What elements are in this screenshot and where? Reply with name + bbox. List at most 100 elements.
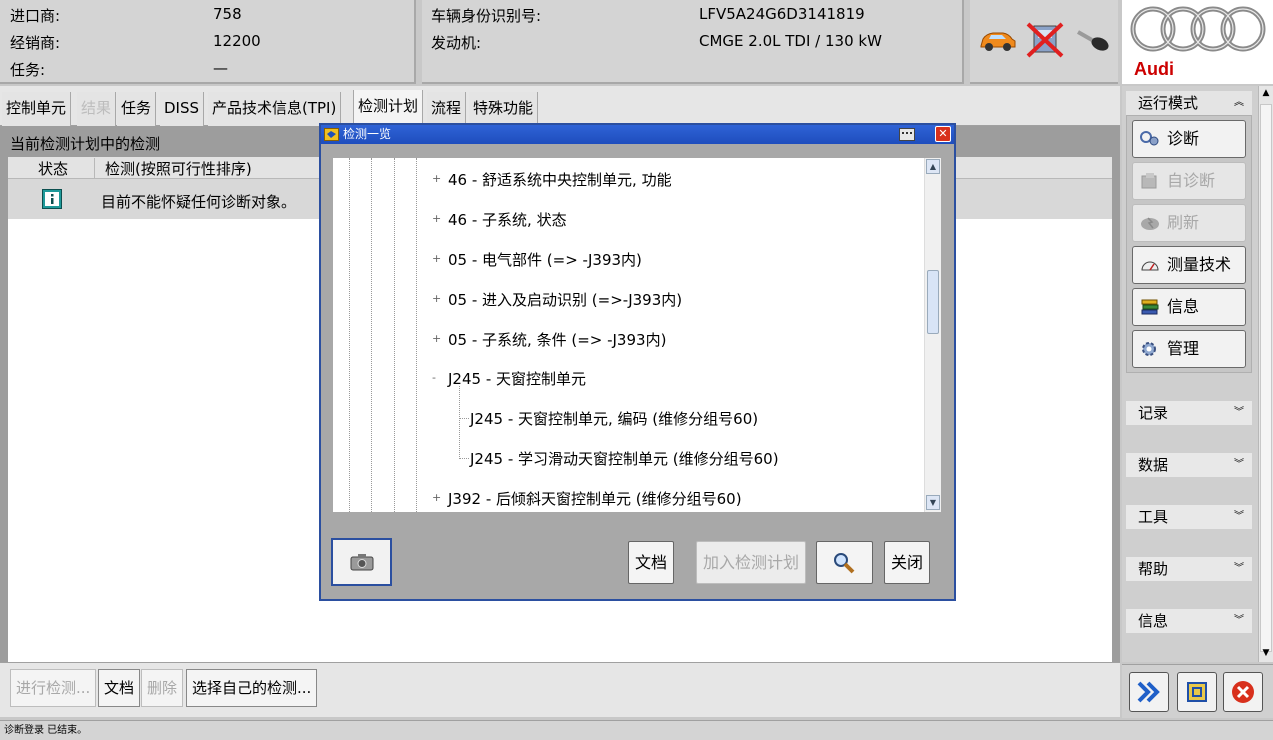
tree-node[interactable]: 46 - 子系统, 状态	[448, 209, 567, 230]
search-icon	[834, 553, 855, 574]
measurement-button[interactable]: 测量技术	[1132, 246, 1246, 284]
section-help-label: 帮助	[1138, 560, 1169, 578]
capture-frame-icon	[1187, 682, 1207, 702]
dialog-close-icon[interactable]: ✕	[935, 126, 951, 142]
expand-chevron-icon: ︾	[1234, 459, 1244, 470]
importer-value: 758	[213, 5, 242, 23]
tree-expand-icon[interactable]: +	[432, 172, 441, 185]
section-tools-label: 工具	[1138, 508, 1169, 526]
importer-label: 进口商:	[10, 7, 61, 25]
select-own-test-button[interactable]: 选择自己的检测...	[186, 669, 318, 707]
tree-leaf[interactable]: J245 - 学习滑动天窗控制单元 (维修分组号60)	[470, 448, 779, 469]
tab-tpi[interactable]: 产品技术信息(TPI)	[208, 92, 342, 126]
tree-expand-icon[interactable]: +	[432, 292, 441, 305]
scroll-down-icon[interactable]: ▼	[1261, 648, 1271, 660]
measurement-label: 测量技术	[1167, 255, 1232, 274]
tree-expand-icon[interactable]: +	[432, 332, 441, 345]
info-icon	[42, 189, 62, 209]
tree-collapse-icon[interactable]: -	[432, 371, 436, 384]
tab-diss[interactable]: DISS	[160, 92, 205, 126]
audi-wordmark: Audi	[1134, 59, 1174, 79]
task-value: —	[213, 59, 228, 77]
close-icon	[1232, 681, 1254, 703]
search-button[interactable]	[816, 541, 873, 584]
scroll-up-icon[interactable]: ▲	[926, 159, 940, 174]
scroll-thumb[interactable]	[1260, 104, 1272, 652]
section-help[interactable]: 帮助 ︾	[1126, 557, 1252, 581]
exit-button[interactable]	[1223, 672, 1263, 712]
self-diagnosis-button[interactable]: 自诊断	[1132, 162, 1246, 200]
information-button[interactable]: 信息	[1132, 288, 1246, 326]
scroll-down-icon[interactable]: ▼	[926, 495, 940, 510]
tree-node[interactable]: 05 - 子系统, 条件 (=> -J393内)	[448, 329, 666, 350]
test-plan-title: 当前检测计划中的检测	[10, 135, 161, 153]
key-icon[interactable]	[1074, 26, 1112, 56]
mode-section-title: 运行模式	[1138, 94, 1199, 112]
mode-section-header[interactable]: 运行模式 ︽	[1126, 91, 1252, 115]
task-label: 任务:	[10, 61, 46, 79]
scroll-up-icon[interactable]: ▲	[1261, 88, 1271, 100]
section-tools[interactable]: 工具 ︾	[1126, 505, 1252, 529]
tree-expand-icon[interactable]: +	[432, 212, 441, 225]
dialog-title: 检测一览	[343, 127, 392, 141]
disconnected-interface-icon[interactable]	[1024, 20, 1066, 60]
vin-value: LFV5A24G6D3141819	[699, 5, 865, 23]
tree-expand-icon[interactable]: +	[432, 252, 441, 265]
camera-icon	[350, 554, 374, 571]
app-icon	[324, 128, 339, 141]
expand-chevron-icon: ︾	[1234, 615, 1244, 626]
scroll-thumb[interactable]	[927, 270, 939, 334]
tree-node[interactable]: 05 - 电气部件 (=> -J393内)	[448, 249, 642, 270]
stethoscope-icon	[1140, 131, 1159, 146]
flash-label: 刷新	[1167, 213, 1200, 232]
collapse-chevron-icon: ︽	[1234, 97, 1244, 108]
flash-icon	[1141, 217, 1159, 230]
tree-guide-line	[459, 386, 460, 459]
document-button[interactable]: 文档	[98, 669, 141, 707]
tab-tasks[interactable]: 任务	[117, 92, 157, 126]
tree-leaf[interactable]: J245 - 天窗控制单元, 编码 (维修分组号60)	[470, 408, 758, 429]
run-test-button[interactable]: 进行检测...	[10, 669, 97, 707]
screenshot-button[interactable]	[1177, 672, 1217, 712]
tab-special-functions[interactable]: 特殊功能	[469, 92, 539, 126]
camera-button[interactable]	[331, 538, 392, 586]
add-to-plan-button[interactable]: 加入检测计划	[696, 541, 807, 584]
tree-node[interactable]: 46 - 舒适系统中央控制单元, 功能	[448, 169, 672, 190]
section-info[interactable]: 信息 ︾	[1126, 609, 1252, 633]
dialog-document-button[interactable]: 文档	[628, 541, 675, 584]
dialog-close-button[interactable]: 关闭	[884, 541, 931, 584]
column-header-status[interactable]: 状态	[38, 158, 68, 179]
column-header-test[interactable]: 检测(按照可行性排序)	[94, 158, 252, 179]
delete-button[interactable]: 删除	[141, 669, 184, 707]
tree-scrollbar[interactable]: ▲ ▼	[924, 158, 941, 512]
status-bar: 诊断登录 已结束。	[0, 720, 1273, 740]
tree-expand-icon[interactable]: +	[432, 491, 441, 504]
tree-guide-line	[416, 158, 417, 512]
tab-results[interactable]: 结果	[77, 92, 117, 126]
tab-test-plan[interactable]: 检测计划	[353, 90, 424, 127]
dialog-title-bar[interactable]: 检测一览 ✕	[321, 125, 954, 144]
header-status-icons	[970, 0, 1118, 84]
flash-button[interactable]: 刷新	[1132, 204, 1246, 242]
gauge-icon	[1141, 261, 1159, 271]
audi-logo: Audi	[1122, 0, 1273, 84]
keyboard-icon[interactable]	[899, 128, 915, 141]
header-vehicle-info: 车辆身份识别号: LFV5A24G6D3141819 发动机: CMGE 2.0…	[422, 0, 964, 84]
right-panel-scrollbar[interactable]: ▲ ▼	[1258, 86, 1273, 662]
admin-label: 管理	[1167, 339, 1200, 358]
double-chevron-right-icon	[1137, 681, 1160, 703]
section-data[interactable]: 数据 ︾	[1126, 453, 1252, 477]
admin-button[interactable]: 管理	[1132, 330, 1246, 368]
diagnosis-button[interactable]: 诊断	[1132, 120, 1246, 158]
tree-node[interactable]: J245 - 天窗控制单元	[448, 368, 586, 389]
tree-guide-line	[459, 418, 469, 419]
tree-node[interactable]: 05 - 进入及启动识别 (=>-J393内)	[448, 289, 682, 310]
car-icon[interactable]	[978, 26, 1018, 54]
tree-node[interactable]: J392 - 后倾斜天窗控制单元 (维修分组号60)	[448, 488, 742, 509]
engine-label: 发动机:	[431, 34, 482, 52]
forward-button[interactable]	[1129, 672, 1169, 712]
information-label: 信息	[1167, 297, 1200, 316]
tab-control-units[interactable]: 控制单元	[2, 92, 72, 126]
tab-process[interactable]: 流程	[427, 92, 467, 126]
section-records[interactable]: 记录 ︾	[1126, 401, 1252, 425]
